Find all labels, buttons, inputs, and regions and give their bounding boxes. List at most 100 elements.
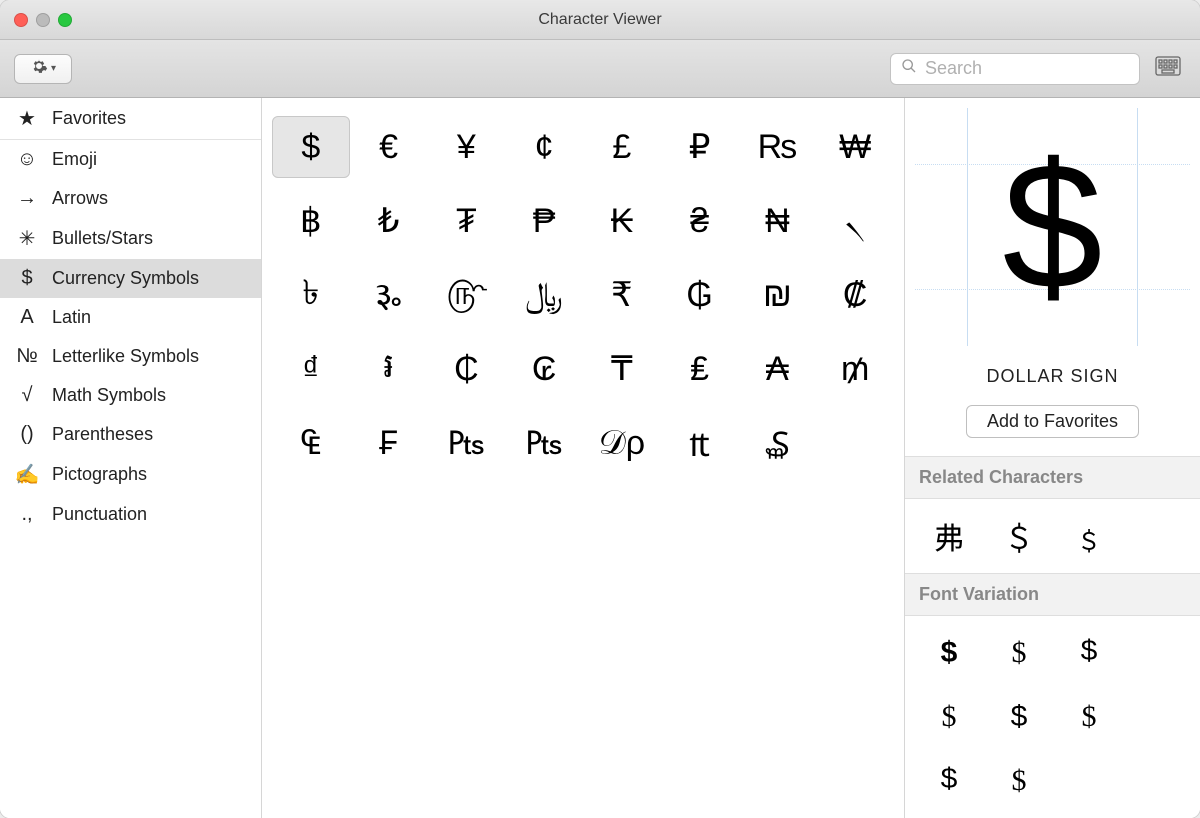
detail-panel: $ DOLLAR SIGN Add to Favorites Related C…	[904, 98, 1200, 818]
window-title: Character Viewer	[0, 11, 1200, 29]
sidebar-item-bullets[interactable]: ✳ Bullets/Stars	[0, 218, 261, 259]
character-cell[interactable]: £	[583, 116, 661, 178]
sidebar-item-label: Arrows	[52, 188, 108, 209]
character-cell[interactable]: ௹	[428, 264, 506, 326]
character-cell[interactable]: ฿	[272, 190, 350, 252]
close-button[interactable]	[14, 13, 28, 27]
keyboard-icon	[1155, 56, 1181, 81]
sidebar-item-punctuation[interactable]: ., Punctuation	[0, 495, 261, 534]
character-cell[interactable]: ₭	[583, 190, 661, 252]
character-cell[interactable]: ₽	[661, 116, 739, 178]
traffic-lights	[14, 13, 72, 27]
character-cell[interactable]: ₧	[428, 412, 506, 474]
keyboard-viewer-button[interactable]	[1150, 53, 1186, 85]
window: Character Viewer ▾ ★ Favorites	[0, 0, 1200, 818]
currency-icon: $	[14, 267, 40, 290]
font-variation-cell[interactable]: $	[923, 758, 975, 804]
emoji-icon: ☺	[14, 148, 40, 171]
character-cell[interactable]: ₧	[505, 412, 583, 474]
sidebar-item-parentheses[interactable]: () Parentheses	[0, 415, 261, 454]
sidebar: ★ Favorites ☺ Emoji → Arrows ✳ Bullets/S…	[0, 98, 262, 818]
character-cell[interactable]: ₡	[816, 264, 894, 326]
font-variation-cell[interactable]: $	[1063, 694, 1115, 740]
character-cell[interactable]: ₷	[739, 412, 817, 474]
titlebar: Character Viewer	[0, 0, 1200, 40]
numero-icon: №	[14, 345, 40, 368]
sidebar-item-label: Latin	[52, 307, 91, 328]
character-cell[interactable]: $	[272, 116, 350, 178]
character-cell[interactable]: ₺	[350, 190, 428, 252]
font-variation-header: Font Variation	[905, 573, 1200, 616]
character-cell[interactable]: ₮	[428, 190, 506, 252]
sidebar-item-label: Punctuation	[52, 504, 147, 525]
search-icon	[901, 58, 917, 79]
font-variation-cell[interactable]: $	[993, 694, 1045, 740]
font-variation-cell[interactable]: $	[1063, 630, 1115, 676]
character-cell[interactable]: ₪	[739, 264, 817, 326]
character-cell[interactable]: ₥	[816, 338, 894, 400]
character-cell[interactable]: ₴	[661, 190, 739, 252]
related-character[interactable]: ＄	[993, 513, 1045, 559]
sidebar-item-emoji[interactable]: ☺ Emoji	[0, 140, 261, 179]
body: ★ Favorites ☺ Emoji → Arrows ✳ Bullets/S…	[0, 98, 1200, 818]
sidebar-item-favorites[interactable]: ★ Favorites	[0, 98, 261, 140]
preview-glyph: $	[1002, 137, 1102, 317]
minimize-button[interactable]	[36, 13, 50, 27]
character-cell[interactable]: ៛	[350, 338, 428, 400]
character-cell[interactable]: ₠	[272, 412, 350, 474]
related-characters-grid: 弗 ＄ ﹩	[905, 499, 1200, 573]
sidebar-item-latin[interactable]: A Latin	[0, 298, 261, 337]
font-variation-grid: $ $ $ $ $ $ $ $	[905, 616, 1200, 818]
character-cell[interactable]: ₦	[739, 190, 817, 252]
character-cell[interactable]: ¢	[505, 116, 583, 178]
font-variation-cell[interactable]: $	[993, 758, 1045, 804]
sidebar-item-label: Bullets/Stars	[52, 228, 153, 249]
character-cell[interactable]: ₣	[350, 412, 428, 474]
character-cell[interactable]: ¥	[428, 116, 506, 178]
character-cell[interactable]: ₢	[505, 338, 583, 400]
character-cell[interactable]: 𝒟ρ	[583, 412, 661, 474]
zoom-button[interactable]	[58, 13, 72, 27]
sidebar-item-label: Letterlike Symbols	[52, 346, 199, 367]
character-cell[interactable]: ₳	[739, 338, 817, 400]
settings-button[interactable]: ▾	[14, 54, 72, 84]
sidebar-item-letterlike[interactable]: № Letterlike Symbols	[0, 337, 261, 376]
sidebar-item-arrows[interactable]: → Arrows	[0, 179, 261, 218]
character-cell[interactable]: ৳	[272, 264, 350, 326]
related-character[interactable]: ﹩	[1063, 513, 1115, 559]
character-cell[interactable]: ₩	[816, 116, 894, 178]
character-cell[interactable]: ﷼	[505, 264, 583, 326]
character-name: DOLLAR SIGN	[905, 366, 1200, 387]
character-cell[interactable]: ₨	[739, 116, 817, 178]
punctuation-icon: .,	[14, 503, 40, 526]
sidebar-item-currency[interactable]: $ Currency Symbols	[0, 259, 261, 298]
font-variation-cell[interactable]: $	[923, 630, 975, 676]
toolbar: ▾	[0, 40, 1200, 98]
related-character[interactable]: 弗	[923, 513, 975, 559]
font-variation-cell[interactable]: $	[993, 630, 1045, 676]
sidebar-item-pictographs[interactable]: ✍ Pictographs	[0, 454, 261, 495]
add-to-favorites-button[interactable]: Add to Favorites	[966, 405, 1139, 438]
star-icon: ★	[14, 106, 40, 131]
sidebar-item-label: Emoji	[52, 149, 97, 170]
character-cell[interactable]: ₹	[583, 264, 661, 326]
character-cell[interactable]: €	[350, 116, 428, 178]
bullet-icon: ✳	[14, 226, 40, 251]
sidebar-item-math[interactable]: √ Math Symbols	[0, 376, 261, 415]
character-cell[interactable]: ₸	[583, 338, 661, 400]
character-cell[interactable]: ૱	[350, 264, 428, 326]
character-cell[interactable]: ₵	[428, 338, 506, 400]
font-variation-cell[interactable]: $	[923, 694, 975, 740]
character-cell[interactable]: ₫	[272, 338, 350, 400]
character-cell[interactable]: ₱	[505, 190, 583, 252]
sidebar-item-label: Currency Symbols	[52, 268, 199, 289]
character-cell[interactable]: ₲	[661, 264, 739, 326]
latin-icon: A	[14, 306, 40, 329]
character-cell[interactable]: ৲	[816, 190, 894, 252]
sidebar-item-label: Pictographs	[52, 464, 147, 485]
chevron-down-icon: ▾	[51, 63, 56, 74]
character-cell[interactable]: ₶	[661, 412, 739, 474]
character-cell[interactable]: ₤	[661, 338, 739, 400]
search-input[interactable]	[925, 58, 1129, 79]
search-field[interactable]	[890, 53, 1140, 85]
